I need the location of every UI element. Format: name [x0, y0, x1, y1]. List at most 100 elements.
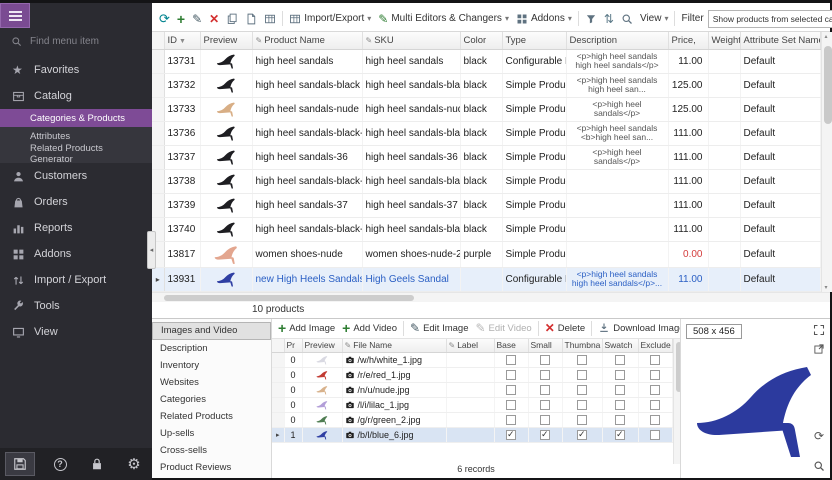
- copy-button[interactable]: [223, 11, 241, 27]
- product-row[interactable]: 13738high heel sandals-black-37high heel…: [152, 169, 820, 193]
- image-row[interactable]: 0/g/r/green_2.jpg: [272, 413, 672, 428]
- column-header-product-name[interactable]: ✎Product Name: [252, 32, 362, 49]
- sidebar-item-tools[interactable]: Tools: [0, 293, 152, 319]
- tab-images-and-video[interactable]: Images and Video: [152, 322, 271, 340]
- thumbnail-checkbox[interactable]: [577, 370, 587, 380]
- swatch-checkbox[interactable]: [615, 385, 625, 395]
- column-header-attribute-set-name[interactable]: Attribute Set Name: [740, 32, 820, 49]
- product-row[interactable]: 13731high heel sandalshigh heel sandalsb…: [152, 49, 820, 73]
- edit-video-button[interactable]: ✎Edit Video: [472, 321, 534, 335]
- product-row[interactable]: 13736high heel sandals-black-36high heel…: [152, 121, 820, 145]
- sidebar-item-categories-products[interactable]: Categories & Products: [0, 109, 152, 127]
- column-header-description[interactable]: Description: [566, 32, 668, 49]
- tab-description[interactable]: Description: [152, 340, 271, 357]
- column-header-type[interactable]: Type: [502, 32, 566, 49]
- column-header-weight[interactable]: Weight: [708, 32, 740, 49]
- thumbnail-checkbox[interactable]: [577, 355, 587, 365]
- sidebar-collapse-handle[interactable]: ◂: [147, 231, 156, 269]
- sidebar-item-orders[interactable]: Orders: [0, 189, 152, 215]
- image-column-header-swatch[interactable]: Swatch: [602, 339, 638, 353]
- image-column-header-file-name[interactable]: ✎File Name: [342, 339, 446, 353]
- image-row[interactable]: 0/l/i/lilac_1.jpg: [272, 398, 672, 413]
- swatch-checkbox[interactable]: [615, 415, 625, 425]
- tab-related-products[interactable]: Related Products: [152, 408, 271, 425]
- exclude-checkbox[interactable]: [650, 355, 660, 365]
- export-grid-button[interactable]: [261, 11, 279, 27]
- column-header-preview[interactable]: Preview: [200, 32, 252, 49]
- base-checkbox[interactable]: [506, 415, 516, 425]
- thumbnail-checkbox[interactable]: [577, 385, 587, 395]
- multi-editors-menu-button[interactable]: ✎Multi Editors & Changers▾: [375, 11, 512, 27]
- tab-inventory[interactable]: Inventory: [152, 357, 271, 374]
- exclude-checkbox[interactable]: [650, 385, 660, 395]
- image-column-header-thumbna[interactable]: Thumbna: [562, 339, 602, 353]
- small-checkbox[interactable]: [540, 415, 550, 425]
- quick-filter-button[interactable]: [582, 11, 600, 27]
- fullscreen-button[interactable]: [811, 322, 827, 338]
- edit-image-button[interactable]: ✎Edit Image: [407, 321, 471, 335]
- exclude-checkbox[interactable]: [650, 415, 660, 425]
- image-column-header-label[interactable]: ✎Label: [446, 339, 494, 353]
- tab-websites[interactable]: Websites: [152, 374, 271, 391]
- image-row[interactable]: 0/r/e/red_1.jpg: [272, 368, 672, 383]
- product-row[interactable]: 13817women shoes-nudewomen shoes-nude-2p…: [152, 241, 820, 267]
- base-checkbox[interactable]: [506, 400, 516, 410]
- image-column-header-exclude[interactable]: Exclude: [638, 339, 672, 353]
- add-video-button[interactable]: +Add Video: [339, 320, 400, 336]
- column-header-price[interactable]: Price,: [668, 32, 708, 49]
- category-filter-select[interactable]: Show products from selected categories▾: [708, 10, 832, 28]
- add-button[interactable]: +: [174, 10, 188, 28]
- addons-menu-button[interactable]: Addons▾: [513, 11, 575, 27]
- delete-image-button[interactable]: ✕Delete: [542, 321, 589, 335]
- small-checkbox[interactable]: [540, 370, 550, 380]
- view-menu-button[interactable]: View▾: [637, 11, 672, 26]
- small-checkbox[interactable]: [540, 385, 550, 395]
- horizontal-scrollbar[interactable]: [152, 292, 830, 302]
- edit-button[interactable]: ✎: [189, 11, 205, 27]
- product-row[interactable]: 13733high heel sandals-nudehigh heel san…: [152, 97, 820, 121]
- product-row[interactable]: 13732high heel sandals-blackhigh heel sa…: [152, 73, 820, 97]
- menu-toggle-button[interactable]: [0, 3, 30, 28]
- image-row[interactable]: ▸1/b/l/blue_6.jpg: [272, 428, 672, 443]
- small-checkbox[interactable]: [540, 355, 550, 365]
- exclude-checkbox[interactable]: [650, 370, 660, 380]
- image-column-header-base[interactable]: Base: [494, 339, 528, 353]
- base-checkbox[interactable]: [506, 355, 516, 365]
- refresh-button[interactable]: ⟳: [156, 10, 173, 27]
- scrollbar-thumb[interactable]: [164, 295, 414, 301]
- thumbnail-checkbox[interactable]: [577, 400, 587, 410]
- base-checkbox[interactable]: [506, 430, 516, 440]
- product-row[interactable]: 13739high heel sandals-37high heel sanda…: [152, 193, 820, 217]
- tab-cross-sells[interactable]: Cross-sells: [152, 442, 271, 459]
- image-row[interactable]: 0/n/u/nude.jpg: [272, 383, 672, 398]
- sort-button[interactable]: ⇅: [601, 11, 617, 27]
- lock-button[interactable]: [85, 452, 109, 476]
- base-checkbox[interactable]: [506, 385, 516, 395]
- import-export-menu-button[interactable]: Import/Export▾: [286, 11, 374, 27]
- product-name-cell[interactable]: new High Heels Sandals: [252, 267, 362, 291]
- exclude-checkbox[interactable]: [650, 400, 660, 410]
- settings-button[interactable]: ⚙: [122, 452, 146, 476]
- image-column-header-pr[interactable]: Pr: [284, 339, 302, 353]
- paste-button[interactable]: [242, 11, 260, 27]
- swatch-checkbox[interactable]: [615, 430, 625, 440]
- image-column-header-preview[interactable]: Preview: [302, 339, 342, 353]
- base-checkbox[interactable]: [506, 370, 516, 380]
- product-row[interactable]: 13740high heel sandals-black-38high heel…: [152, 217, 820, 241]
- sidebar-item-favorites[interactable]: ★Favorites: [0, 57, 152, 83]
- delete-button[interactable]: ✕: [206, 11, 222, 27]
- swatch-checkbox[interactable]: [615, 400, 625, 410]
- sidebar-item-reports[interactable]: Reports: [0, 215, 152, 241]
- thumbnail-checkbox[interactable]: [577, 430, 587, 440]
- sidebar-item-addons[interactable]: Addons: [0, 241, 152, 267]
- vertical-scrollbar[interactable]: [821, 32, 832, 292]
- column-header-sku[interactable]: ✎SKU: [362, 32, 460, 49]
- save-button[interactable]: [5, 452, 35, 476]
- product-row[interactable]: 13737high heel sandals-36high heel sanda…: [152, 145, 820, 169]
- tab-product-reviews[interactable]: Product Reviews: [152, 459, 271, 476]
- advanced-search-button[interactable]: [618, 11, 636, 27]
- small-checkbox[interactable]: [540, 400, 550, 410]
- thumbnail-checkbox[interactable]: [577, 415, 587, 425]
- exclude-checkbox[interactable]: [650, 430, 660, 440]
- sidebar-item-view[interactable]: View: [0, 319, 152, 345]
